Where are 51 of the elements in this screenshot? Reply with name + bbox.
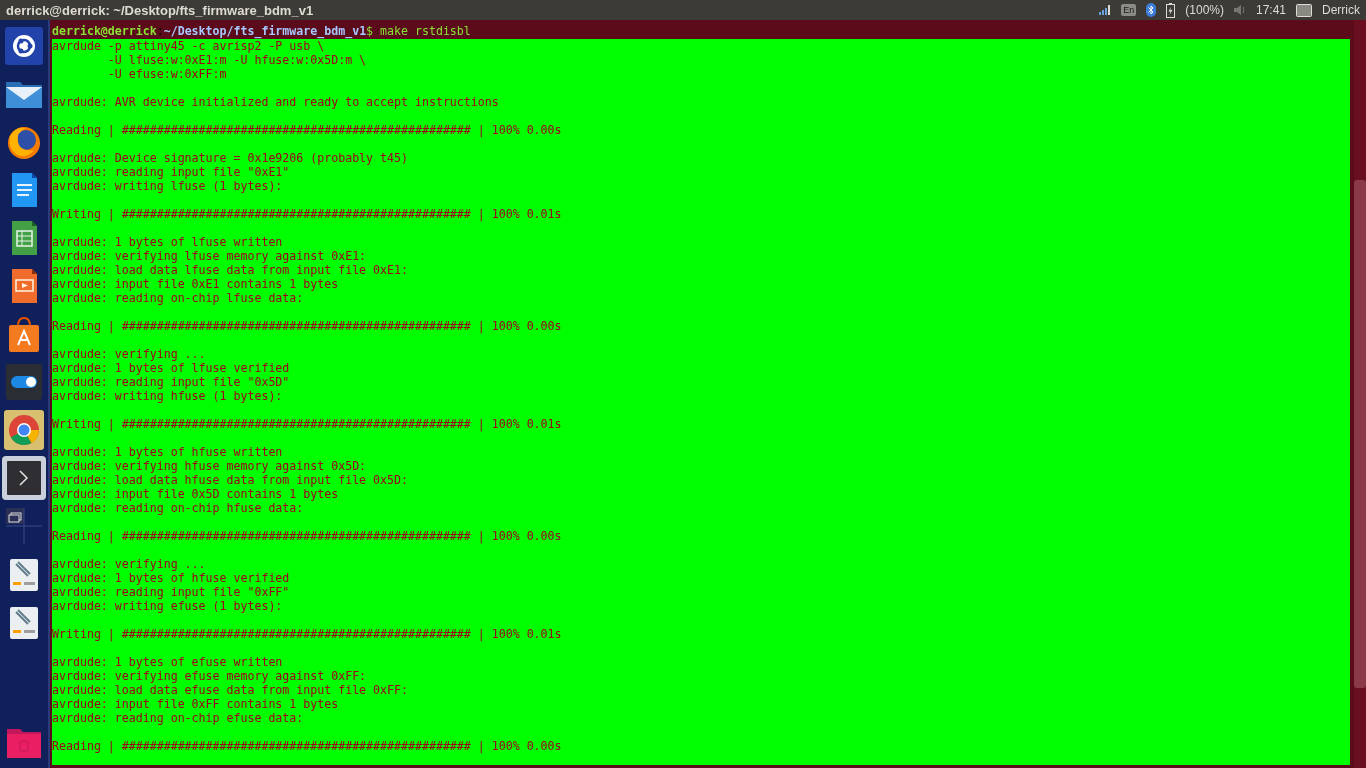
- output-line: avrdude: verifying lfuse memory against 0xE1:: [52, 249, 368, 263]
- output-line: avrdude: input file 0xE1 contains 1 bytes: [52, 277, 340, 291]
- output-line: avrdude: reading input file "0x5D": [52, 375, 291, 389]
- ubuntu-logo-icon[interactable]: [2, 24, 46, 68]
- output-line: avrdude -p attiny45 -c avrisp2 -P usb \: [52, 39, 326, 53]
- output-line: avrdude: writing lfuse (1 bytes):: [52, 179, 284, 193]
- output-line: avrdude: reading on-chip hfuse data:: [52, 501, 305, 515]
- battery-icon[interactable]: [1166, 2, 1176, 18]
- output-line: avrdude: 1 bytes of hfuse verified: [52, 571, 291, 585]
- output-line: -U lfuse:w:0xE1:m -U hfuse:w:0x5D:m \: [106, 53, 368, 67]
- chrome-icon[interactable]: [2, 408, 46, 452]
- output-line: Reading | ################################################## | 100% 0.00s: [52, 739, 563, 753]
- output-line: avrdude: load data efuse data from input file 0xFF:: [52, 683, 409, 697]
- output-line: Writing | ################################################## | 100% 0.01s: [52, 417, 563, 431]
- output-line: avrdude: reading on-chip lfuse data:: [52, 291, 305, 305]
- bluetooth-icon[interactable]: [1146, 3, 1157, 17]
- output-line: avrdude: verifying efuse memory against 0xFF:: [52, 669, 368, 683]
- output-line: avrdude: verifying ...: [52, 557, 207, 571]
- output-line: Writing | ################################################## | 100% 0.01s: [52, 627, 563, 641]
- command-prompt: derrick@derrick:~/Desktop/fts_firmware_bdm_v1$ make rstdisbl: [52, 23, 472, 39]
- output-line: avrdude: load data hfuse data from input file 0x5D:: [52, 473, 409, 487]
- output-line: avrdude: reading input file "0xE1": [52, 165, 291, 179]
- signal-icon[interactable]: [1099, 5, 1112, 15]
- output-line: avrdude: writing efuse (1 bytes):: [52, 599, 284, 613]
- output-line: avrdude: writing hfuse (1 bytes):: [52, 389, 284, 403]
- user-name[interactable]: Derrick: [1322, 3, 1360, 17]
- user-icon[interactable]: [1296, 3, 1312, 17]
- output-line: avrdude: reading on-chip efuse data:: [52, 711, 305, 725]
- output-line: avrdude: input file 0xFF contains 1 bytes: [52, 697, 340, 711]
- output-line: Writing | ################################################## | 100% 0.01s: [52, 207, 563, 221]
- output-line: Reading | ################################################## | 100% 0.00s: [52, 319, 563, 333]
- output-line: avrdude: AVR device initialized and ready to accept instructions: [52, 95, 500, 109]
- output-line: avrdude: verifying ...: [52, 347, 207, 361]
- output-line: Reading | ################################################## | 100% 0.00s: [52, 123, 563, 137]
- battery-percentage: (100%): [1185, 3, 1224, 17]
- output-line: avrdude: 1 bytes of efuse written: [52, 655, 284, 669]
- output-line: avrdude: Device signature = 0x1e9206 (probably t45): [52, 151, 409, 165]
- clock[interactable]: 17:41: [1255, 3, 1286, 17]
- output-line: avrdude: 1 bytes of lfuse verified: [52, 361, 291, 375]
- output-line: avrdude: 1 bytes of lfuse written: [52, 235, 284, 249]
- output-line: -U efuse:w:0xFF:m: [106, 67, 228, 81]
- speaker-icon[interactable]: [1233, 4, 1246, 16]
- output-line: avrdude: 1 bytes of hfuse written: [52, 445, 284, 459]
- terminal-icon[interactable]: [2, 456, 46, 500]
- keyboard-indicator[interactable]: En: [1121, 4, 1137, 16]
- output-line: avrdude: input file 0x5D contains 1 bytes: [52, 487, 340, 501]
- output-line: avrdude: reading input file "0xFF": [52, 585, 291, 599]
- window-title: derrick@derrick: ~/Desktop/fts_firmware_bdm_v1: [6, 2, 314, 18]
- output-line: avrdude: verifying hfuse memory against 0x5D:: [52, 459, 368, 473]
- output-line: avrdude: load data lfuse data from input file 0xE1:: [52, 263, 409, 277]
- output-line: Reading | ################################################## | 100% 0.00s: [52, 529, 563, 543]
